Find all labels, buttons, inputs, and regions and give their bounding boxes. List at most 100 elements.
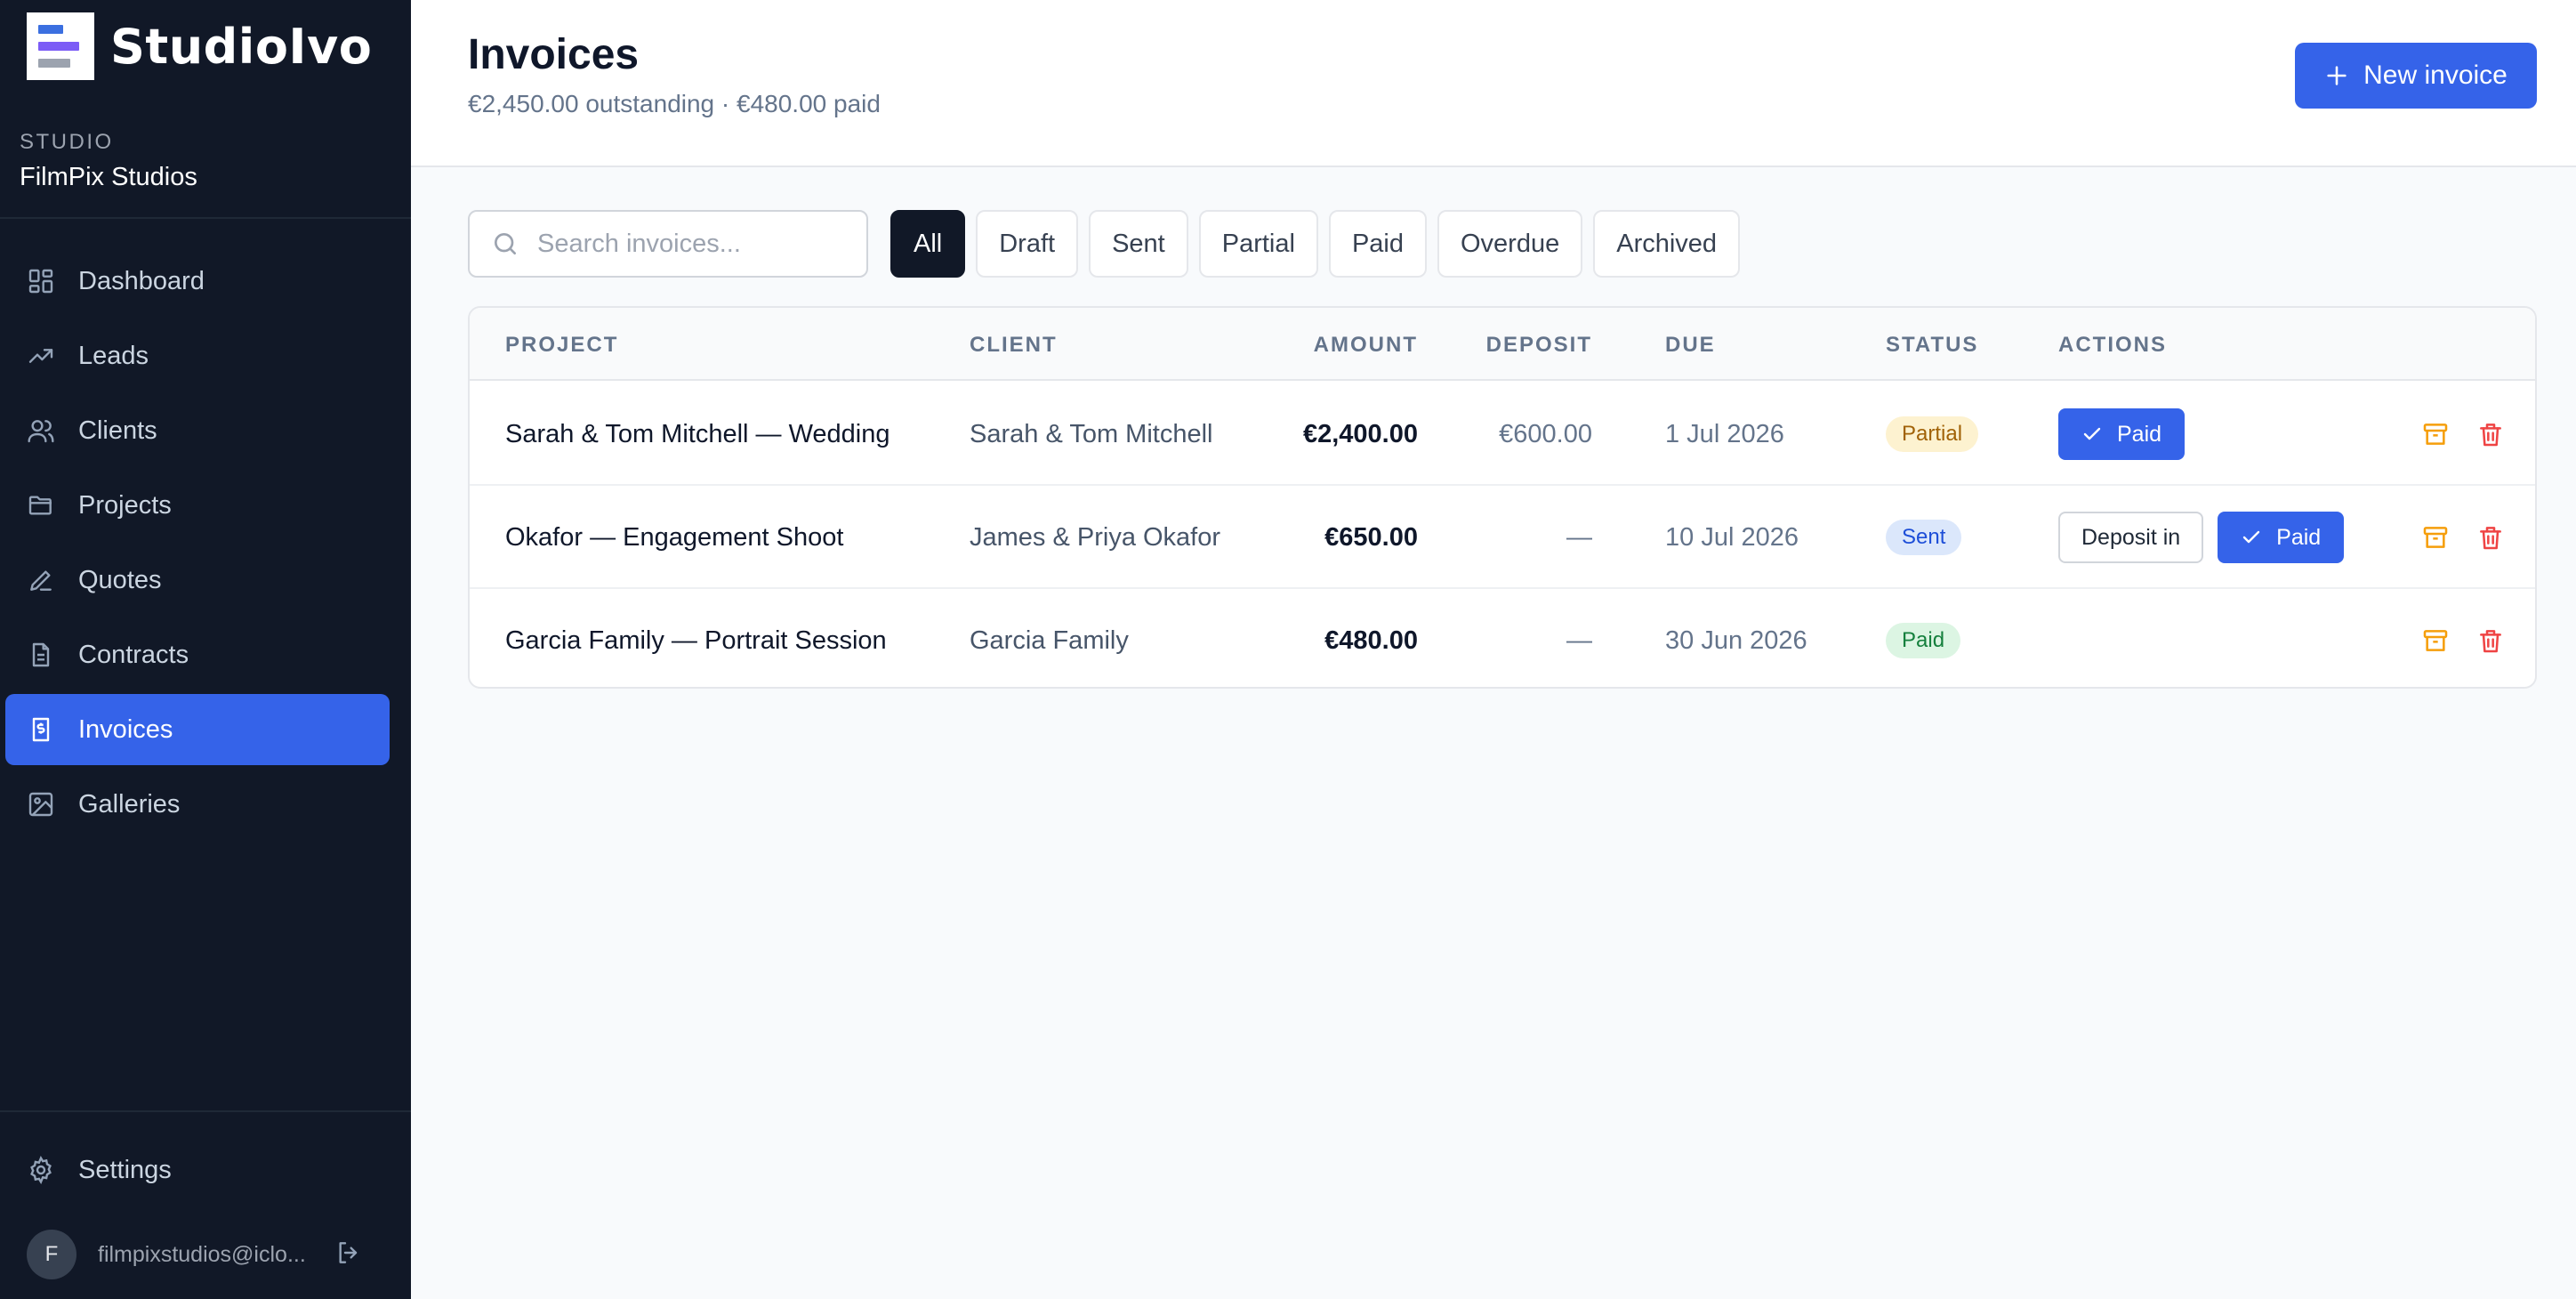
table-row[interactable]: Sarah & Tom Mitchell — Wedding Sarah & T… bbox=[470, 383, 2535, 486]
status-badge: Sent bbox=[1886, 520, 1962, 555]
deposit: — bbox=[1566, 522, 1592, 552]
client-name: James & Priya Okafor bbox=[970, 522, 1221, 552]
brand-logo-icon bbox=[27, 12, 94, 80]
archive-icon[interactable] bbox=[2421, 420, 2450, 448]
users-icon bbox=[28, 420, 54, 443]
archive-icon[interactable] bbox=[2421, 626, 2450, 655]
avatar[interactable]: F bbox=[27, 1230, 76, 1279]
status-filter-bar: All Draft Sent Partial Paid Overdue Arch… bbox=[890, 210, 1741, 278]
sidebar-item-settings[interactable]: Settings bbox=[5, 1134, 390, 1206]
sidebar-item-label: Galleries bbox=[78, 789, 181, 819]
new-invoice-label: New invoice bbox=[2363, 61, 2508, 90]
filter-sent[interactable]: Sent bbox=[1089, 210, 1188, 278]
amount: €480.00 bbox=[1324, 625, 1418, 655]
sidebar-item-contracts[interactable]: Contracts bbox=[5, 619, 390, 690]
row-actions: Paid bbox=[2058, 383, 2186, 486]
due-date: 10 Jul 2026 bbox=[1665, 522, 1799, 552]
due-date: 1 Jul 2026 bbox=[1665, 419, 1784, 448]
filter-paid[interactable]: Paid bbox=[1328, 210, 1427, 278]
dashboard-icon bbox=[28, 269, 53, 294]
trash-icon[interactable] bbox=[2476, 626, 2505, 655]
sidebar-nav: Dashboard Leads Clients Projects Quotes … bbox=[5, 246, 390, 843]
brand-name: StudioIvo bbox=[110, 18, 373, 75]
mark-paid-label: Paid bbox=[2276, 524, 2322, 550]
logout-icon bbox=[339, 1241, 358, 1263]
sidebar-item-label: Invoices bbox=[78, 714, 173, 744]
studio-label: STUDIO bbox=[20, 130, 114, 154]
project-name[interactable]: Sarah & Tom Mitchell — Wedding bbox=[505, 383, 890, 486]
search-field[interactable] bbox=[468, 210, 868, 278]
trash-icon[interactable] bbox=[2476, 420, 2505, 448]
archive-icon[interactable] bbox=[2421, 523, 2450, 552]
sidebar-item-leads[interactable]: Leads bbox=[5, 320, 390, 391]
sidebar-divider bbox=[0, 217, 411, 219]
deposit: €600.00 bbox=[1499, 419, 1592, 448]
column-header-actions: ACTIONS bbox=[2058, 333, 2167, 357]
column-header-amount[interactable]: AMOUNT bbox=[1314, 333, 1418, 358]
filter-all[interactable]: All bbox=[890, 210, 966, 278]
table-header: PROJECT CLIENT AMOUNT DEPOSIT DUE STATUS… bbox=[470, 308, 2535, 381]
new-invoice-button[interactable]: New invoice bbox=[2295, 43, 2537, 109]
mark-paid-label: Paid bbox=[2117, 421, 2162, 447]
sidebar-item-label: Dashboard bbox=[78, 266, 205, 295]
filter-overdue[interactable]: Overdue bbox=[1437, 210, 1583, 278]
status-badge: Partial bbox=[1886, 416, 1979, 452]
page-title: Invoices bbox=[468, 31, 640, 78]
sidebar-item-label: Projects bbox=[78, 490, 172, 520]
image-icon bbox=[28, 792, 53, 817]
studio-name: FilmPix Studios bbox=[20, 163, 197, 191]
brand[interactable]: StudioIvo bbox=[27, 12, 372, 80]
project-name[interactable]: Okafor — Engagement Shoot bbox=[505, 486, 843, 589]
table-row[interactable]: Okafor — Engagement Shoot James & Priya … bbox=[470, 486, 2535, 589]
column-header-deposit[interactable]: DEPOSIT bbox=[1486, 333, 1592, 358]
invoice-icon bbox=[32, 717, 50, 742]
table-row[interactable]: Garcia Family — Portrait Session Garcia … bbox=[470, 589, 2535, 687]
sidebar-item-galleries[interactable]: Galleries bbox=[5, 769, 390, 840]
sidebar-item-projects[interactable]: Projects bbox=[5, 470, 390, 541]
document-icon bbox=[32, 642, 50, 667]
column-header-due[interactable]: DUE bbox=[1665, 333, 1716, 358]
row-actions: Deposit in Paid bbox=[2058, 486, 2345, 589]
project-name[interactable]: Garcia Family — Portrait Session bbox=[505, 589, 887, 687]
due-date: 30 Jun 2026 bbox=[1665, 625, 1807, 655]
gear-icon bbox=[30, 1156, 52, 1184]
status-cell: Paid bbox=[1886, 589, 1961, 687]
column-header-status[interactable]: STATUS bbox=[1886, 333, 1978, 358]
filter-partial[interactable]: Partial bbox=[1198, 210, 1318, 278]
page-header: Invoices €2,450.00 outstanding · €480.00… bbox=[411, 0, 2576, 167]
sidebar-item-label: Leads bbox=[78, 341, 149, 370]
deposit-in-button[interactable]: Deposit in bbox=[2058, 512, 2204, 563]
filter-draft[interactable]: Draft bbox=[976, 210, 1079, 278]
filter-archived[interactable]: Archived bbox=[1593, 210, 1741, 278]
user-profile: F filmpixstudios@iclo... bbox=[27, 1230, 382, 1279]
invoices-table: PROJECT CLIENT AMOUNT DEPOSIT DUE STATUS… bbox=[468, 306, 2537, 689]
check-icon bbox=[2242, 530, 2260, 544]
check-icon bbox=[2083, 427, 2101, 440]
sidebar-divider bbox=[0, 1110, 411, 1112]
sidebar-item-dashboard[interactable]: Dashboard bbox=[5, 246, 390, 317]
amount: €650.00 bbox=[1324, 522, 1418, 552]
page-subtitle: €2,450.00 outstanding · €480.00 paid bbox=[468, 90, 881, 117]
settings-label: Settings bbox=[78, 1155, 172, 1184]
amount: €2,400.00 bbox=[1302, 419, 1418, 448]
sidebar-item-invoices[interactable]: Invoices bbox=[5, 694, 390, 765]
sidebar: StudioIvo STUDIO FilmPix Studios Dashboa… bbox=[0, 0, 411, 1299]
client-name: Sarah & Tom Mitchell bbox=[970, 419, 1213, 448]
sidebar-item-clients[interactable]: Clients bbox=[5, 395, 390, 466]
column-header-client[interactable]: CLIENT bbox=[970, 333, 1058, 358]
status-cell: Partial bbox=[1886, 383, 1979, 486]
mark-paid-button[interactable]: Paid bbox=[2218, 512, 2345, 563]
logout-button[interactable] bbox=[334, 1238, 363, 1271]
sidebar-item-quotes[interactable]: Quotes bbox=[5, 545, 390, 616]
trash-icon[interactable] bbox=[2476, 523, 2505, 552]
plus-icon bbox=[2327, 66, 2347, 85]
search-input[interactable] bbox=[537, 229, 857, 259]
search-icon bbox=[495, 233, 516, 254]
sidebar-item-label: Contracts bbox=[78, 640, 189, 669]
folder-icon bbox=[28, 496, 52, 515]
row-icon-actions bbox=[2421, 589, 2505, 687]
mark-paid-button[interactable]: Paid bbox=[2058, 408, 2186, 460]
column-header-project[interactable]: PROJECT bbox=[505, 333, 618, 358]
deposit: — bbox=[1566, 625, 1592, 655]
sidebar-item-label: Quotes bbox=[78, 565, 162, 594]
